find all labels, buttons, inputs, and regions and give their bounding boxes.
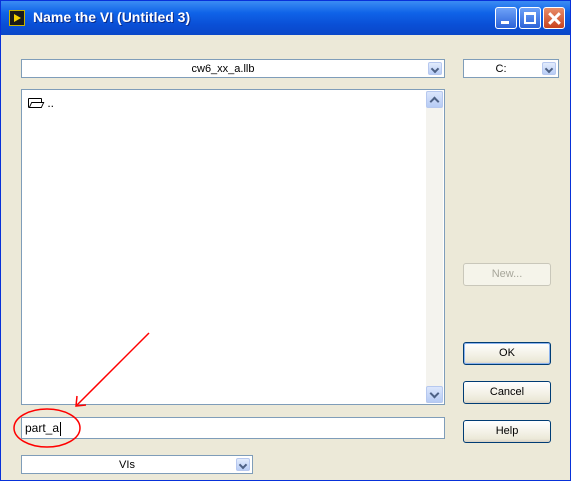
save-dialog: Name the VI (Untitled 3) cw6_xx_a.llb C:… (0, 0, 571, 481)
annotation-circle (13, 408, 81, 448)
annotation-arrow (76, 332, 150, 406)
annotation-overlay (13, 332, 150, 448)
